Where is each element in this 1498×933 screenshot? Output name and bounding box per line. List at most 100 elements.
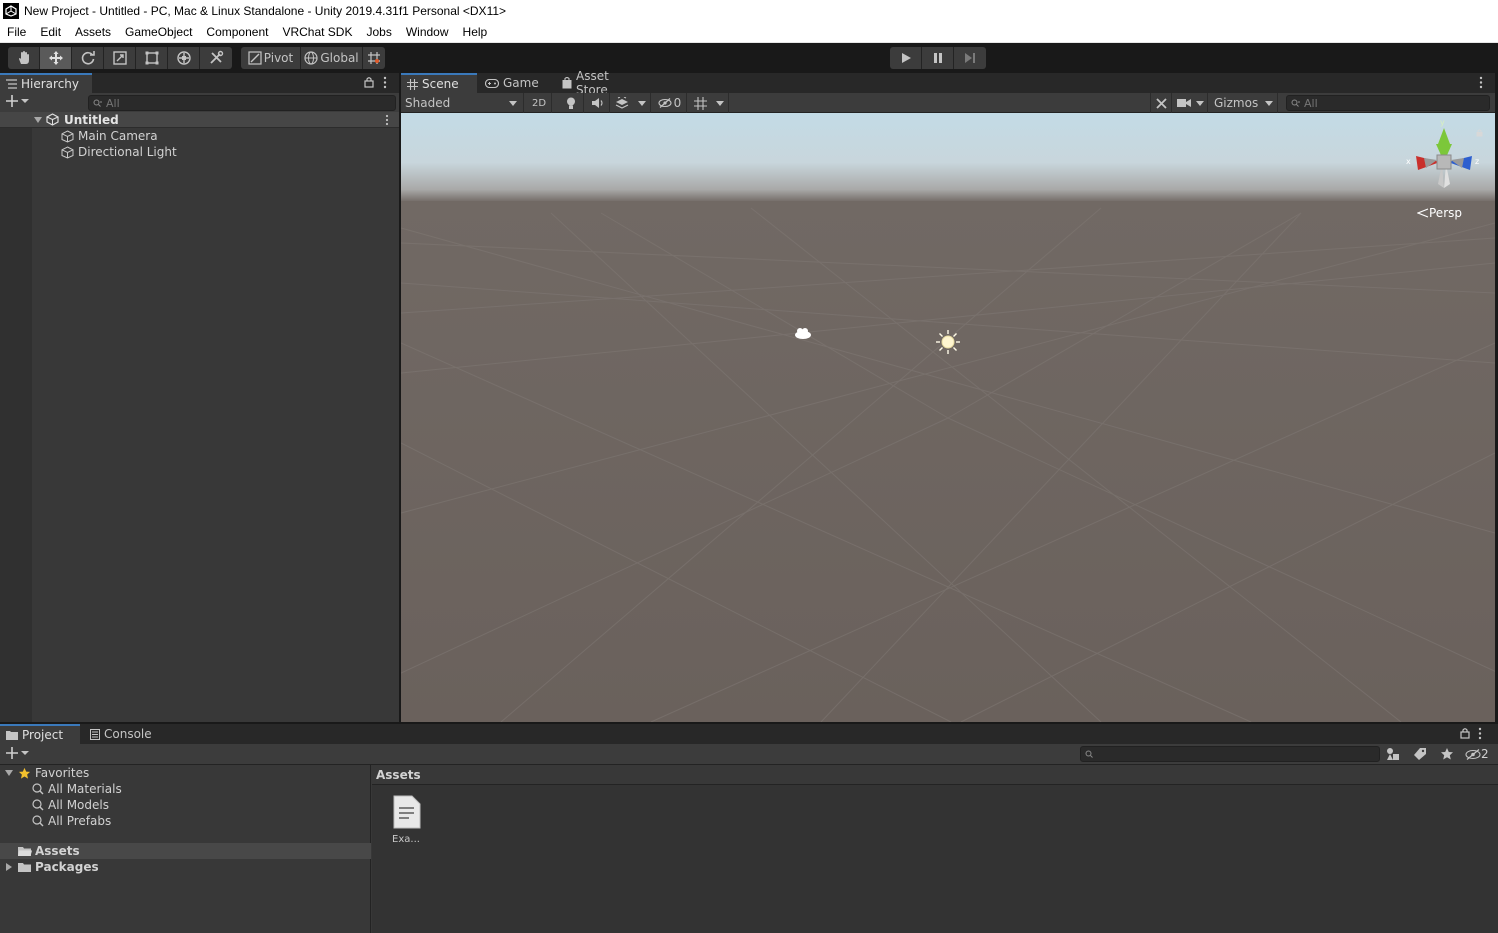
scene-search-input[interactable]: All (1286, 95, 1490, 111)
grid-snap-button[interactable] (363, 47, 385, 69)
hierarchy-search-placeholder: All (106, 96, 120, 110)
search-by-type-button[interactable] (1386, 747, 1400, 764)
chevron-down-icon (509, 100, 517, 106)
move-tool-button[interactable] (40, 47, 72, 69)
rect-tool-button[interactable] (136, 47, 168, 69)
camera-gizmo-icon[interactable] (793, 327, 813, 344)
lock-icon[interactable] (1460, 727, 1470, 742)
kebab-menu-icon[interactable] (383, 76, 387, 92)
menu-component[interactable]: Component (199, 22, 275, 42)
transform-tool-button[interactable] (168, 47, 200, 69)
gameobject-cube-icon (61, 129, 74, 143)
grid-snap-icon (368, 52, 380, 64)
tab-hierarchy[interactable]: Hierarchy (0, 73, 92, 93)
gizmo-lock-icon[interactable] (1476, 126, 1483, 140)
hierarchy-item-main-camera[interactable]: Main Camera (0, 128, 399, 144)
search-by-label-button[interactable] (1413, 747, 1427, 764)
projection-toggle[interactable]: Persp (1417, 206, 1462, 220)
move-tool-icon (48, 51, 63, 65)
global-toggle[interactable]: Global (301, 47, 363, 69)
scale-tool-button[interactable] (104, 47, 136, 69)
hand-tool-button[interactable] (8, 47, 40, 69)
step-button[interactable] (954, 47, 986, 69)
hidden-objects-toggle[interactable]: 0 (653, 93, 687, 113)
tab-asset-store[interactable]: Asset Store (556, 69, 652, 97)
collapse-arrow-icon (6, 863, 12, 871)
tab-scene[interactable]: Scene (401, 73, 477, 93)
favorites-row[interactable]: Favorites (0, 765, 371, 781)
lock-icon[interactable] (364, 76, 374, 91)
hierarchy-search-input[interactable]: All (88, 95, 396, 111)
scene-viewport[interactable]: y x z Persp (401, 113, 1495, 722)
scene-grid-icon (407, 78, 418, 90)
favorite-item-all-materials[interactable]: All Materials (0, 781, 371, 797)
shopping-bag-icon (562, 77, 572, 89)
rotate-tool-icon (81, 51, 95, 65)
tab-scene-label: Scene (422, 77, 459, 91)
project-content-area: Assets Exa... (372, 765, 1498, 933)
menu-gameobject[interactable]: GameObject (118, 22, 199, 42)
chevron-down-icon (715, 100, 724, 106)
projection-label: Persp (1429, 206, 1462, 220)
breadcrumb: Assets (372, 765, 1498, 785)
create-dropdown-button[interactable] (6, 95, 29, 107)
menu-vrchat-sdk[interactable]: VRChat SDK (275, 22, 359, 42)
scene-row[interactable]: Untitled (0, 112, 399, 128)
gizmos-label: Gizmos (1214, 96, 1259, 110)
tab-console[interactable]: Console (84, 724, 160, 744)
transform-tools (8, 47, 232, 69)
gizmos-dropdown[interactable]: Gizmos (1210, 93, 1278, 113)
menu-file[interactable]: File (0, 22, 33, 42)
menu-window[interactable]: Window (399, 22, 456, 42)
shading-mode-value: Shaded (405, 96, 451, 110)
rotate-tool-button[interactable] (72, 47, 104, 69)
camera-settings-dropdown[interactable] (1174, 93, 1208, 113)
create-dropdown-button[interactable] (6, 747, 29, 759)
effects-dropdown[interactable] (611, 93, 651, 113)
hierarchy-item-directional-light[interactable]: Directional Light (0, 144, 399, 160)
folder-label-packages: Packages (35, 860, 99, 874)
star-icon (1441, 748, 1453, 760)
menu-help[interactable]: Help (456, 22, 495, 42)
axis-label-z: z (1475, 157, 1480, 166)
orientation-gizmo[interactable]: y x z (1404, 118, 1488, 192)
hidden-packages-toggle[interactable]: 2 (1465, 747, 1489, 761)
asset-item[interactable]: Exa... (384, 795, 428, 849)
breadcrumb-assets[interactable]: Assets (376, 768, 421, 782)
custom-tool-button[interactable] (200, 47, 232, 69)
favorite-item-all-prefabs[interactable]: All Prefabs (0, 813, 371, 829)
audio-toggle[interactable] (585, 93, 610, 113)
scene-tools-button[interactable] (1150, 93, 1172, 113)
search-icon (32, 815, 44, 827)
2d-toggle[interactable]: 2D (527, 93, 552, 113)
project-toolbar: 2 (0, 744, 1498, 765)
favorite-item-all-models[interactable]: All Models (0, 797, 371, 813)
lighting-toggle[interactable] (559, 93, 584, 113)
scene-search-placeholder: All (1304, 96, 1318, 110)
chevron-down-icon (21, 751, 29, 755)
project-search-input[interactable] (1080, 746, 1380, 762)
favorite-search-button[interactable] (1440, 747, 1454, 764)
shading-mode-dropdown[interactable]: Shaded (401, 93, 524, 113)
kebab-menu-icon[interactable] (1479, 76, 1483, 92)
sun-light-gizmo-icon[interactable] (934, 328, 962, 359)
kebab-menu-icon[interactable] (1478, 727, 1482, 743)
grid-dropdown[interactable] (689, 93, 729, 113)
tab-project[interactable]: Project (0, 724, 80, 744)
scene-panel: Scene Game Asset Store Shaded 2D 0 Gizmo… (401, 69, 1495, 722)
favorite-item-label: All Materials (48, 782, 122, 796)
tab-game[interactable]: Game (479, 73, 549, 93)
play-button[interactable] (890, 47, 922, 69)
pause-button[interactable] (922, 47, 954, 69)
menu-edit[interactable]: Edit (33, 22, 68, 42)
shapes-icon (1387, 748, 1399, 760)
folder-row-assets[interactable]: Assets (0, 843, 371, 859)
folder-label-assets: Assets (35, 844, 80, 858)
menu-assets[interactable]: Assets (68, 22, 118, 42)
folder-row-packages[interactable]: Packages (0, 859, 371, 875)
scene-toolbar: Shaded 2D 0 Gizmos All (401, 93, 1495, 113)
pivot-toggle[interactable]: Pivot (241, 47, 301, 69)
menu-jobs[interactable]: Jobs (359, 22, 398, 42)
scene-options-icon[interactable] (385, 114, 389, 129)
search-icon (1085, 750, 1093, 758)
